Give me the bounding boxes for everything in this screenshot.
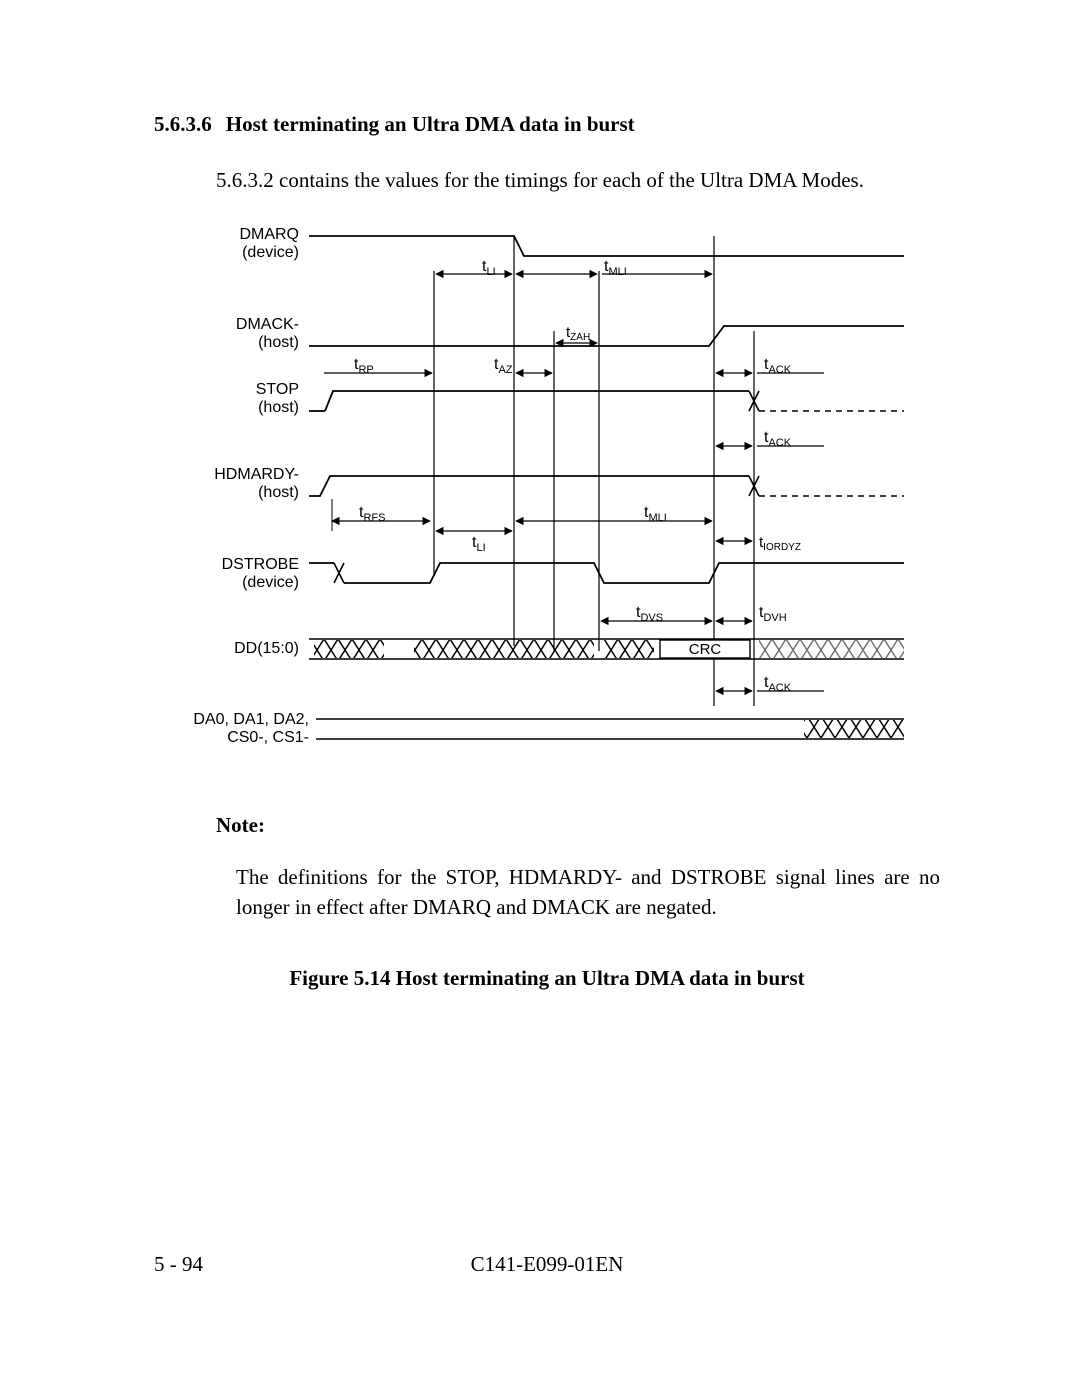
intro-paragraph: 5.6.3.2 contains the values for the timi… [216,165,940,197]
label-stop-1: STOP [256,381,299,398]
label-hdmardy-2: (host) [258,484,299,501]
t-rfs: tRFS [359,504,385,524]
label-dstrobe-2: (device) [242,574,299,591]
t-az: tAZ [494,356,513,376]
label-dmarq-1: DMARQ [239,226,299,243]
label-dmarq-2: (device) [242,244,299,261]
t-mli-1: tMLI [604,258,627,278]
t-ack-3: tACK [764,674,792,694]
label-dmack-1: DMACK- [236,316,299,333]
note-label: Note: [216,813,940,838]
crc-label: CRC [689,641,722,658]
timing-diagram: DMARQ (device) tLI tMLI DMACK- (host) tZ… [184,221,904,781]
t-iordyz: tIORDYZ [759,534,801,553]
label-dmack-2: (host) [258,334,299,351]
t-dvs: tDVS [636,604,663,624]
page-footer: 5 - 94 C141-E099-01EN [154,1252,940,1277]
note-block: Note: The definitions for the STOP, HDMA… [216,813,940,923]
doc-number: C141-E099-01EN [154,1252,940,1277]
label-dstrobe-1: DSTROBE [222,556,299,573]
label-hdmardy-1: HDMARDY- [214,466,299,483]
label-da-1: DA0, DA1, DA2, [193,711,309,728]
t-li-2: tLI [472,534,486,554]
label-dd: DD(15:0) [234,640,299,657]
section-title: Host terminating an Ultra DMA data in bu… [226,112,635,137]
t-zah: tZAH [566,324,590,343]
t-dvh: tDVH [759,604,787,624]
t-ack-1: tACK [764,356,792,376]
label-stop-2: (host) [258,399,299,416]
section-heading: 5.6.3.6 Host terminating an Ultra DMA da… [154,112,940,137]
label-da-2: CS0-, CS1- [227,729,309,746]
document-page: 5.6.3.6 Host terminating an Ultra DMA da… [0,0,1080,1397]
note-body: The definitions for the STOP, HDMARDY- a… [236,862,940,923]
section-number: 5.6.3.6 [154,112,212,137]
page-number: 5 - 94 [154,1252,203,1277]
t-ack-2: tACK [764,429,792,449]
figure-caption: Figure 5.14 Host terminating an Ultra DM… [154,966,940,991]
t-li-1: tLI [482,258,496,278]
